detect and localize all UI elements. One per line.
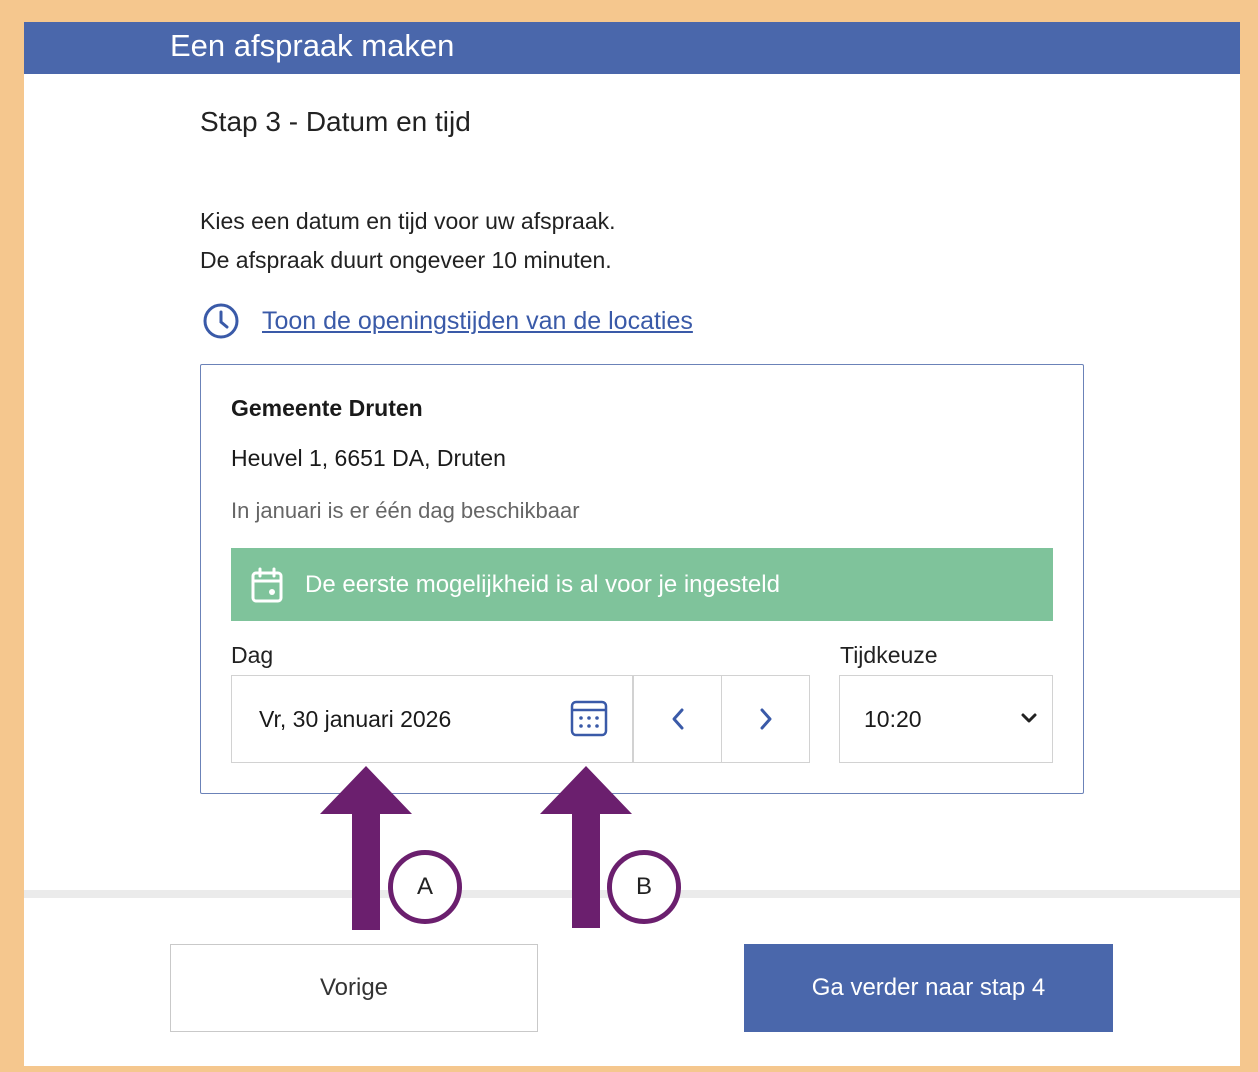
chevron-down-icon xyxy=(1021,713,1037,723)
date-value[interactable]: Vr, 30 januari 2026 xyxy=(259,706,451,733)
location-address: Heuvel 1, 6651 DA, Druten xyxy=(231,445,506,471)
intro-line-1: Kies een datum en tijd voor uw afspraak. xyxy=(200,208,616,234)
continue-step-4-button[interactable]: Ga verder naar stap 4 xyxy=(744,944,1113,1032)
intro-line-2: De afspraak duurt ongeveer 10 minuten. xyxy=(200,247,612,273)
page-header: Een afspraak maken xyxy=(24,22,1240,74)
calendar-picker-icon[interactable] xyxy=(570,698,608,738)
intro-text: Kies een datum en tijd voor uw afspraak.… xyxy=(200,202,616,280)
annotation-badge-a: A xyxy=(388,850,462,924)
page-frame: Een afspraak maken Stap 3 - Datum en tij… xyxy=(24,22,1240,1066)
previous-button[interactable]: Vorige xyxy=(170,944,538,1032)
time-select[interactable]: 10:20 xyxy=(839,675,1053,763)
location-name: Gemeente Druten xyxy=(231,395,423,421)
chevron-right-icon xyxy=(760,708,771,730)
location-card: Gemeente Druten Heuvel 1, 6651 DA, Drute… xyxy=(200,364,1084,794)
calendar-icon xyxy=(251,567,283,602)
time-label: Tijdkeuze xyxy=(840,642,938,668)
opening-hours-link-label[interactable]: Toon de openingstijden van de locaties xyxy=(262,307,693,336)
next-day-button[interactable] xyxy=(721,675,810,763)
annotation-badge-b: B xyxy=(607,850,681,924)
time-value[interactable]: 10:20 xyxy=(864,706,922,733)
page-title: Een afspraak maken xyxy=(170,28,455,63)
opening-hours-link[interactable]: Toon de openingstijden van de locaties xyxy=(202,302,693,340)
notice-text: De eerste mogelijkheid is al voor je ing… xyxy=(305,570,780,598)
previous-day-button[interactable] xyxy=(633,675,722,763)
first-option-notice: De eerste mogelijkheid is al voor je ing… xyxy=(231,548,1053,621)
chevron-left-icon xyxy=(672,708,683,730)
availability-text: In januari is er één dag beschikbaar xyxy=(231,498,580,523)
clock-icon xyxy=(203,303,239,339)
step-title: Stap 3 - Datum en tijd xyxy=(200,106,471,137)
day-label: Dag xyxy=(231,642,274,668)
date-input[interactable]: Vr, 30 januari 2026 xyxy=(231,675,633,763)
